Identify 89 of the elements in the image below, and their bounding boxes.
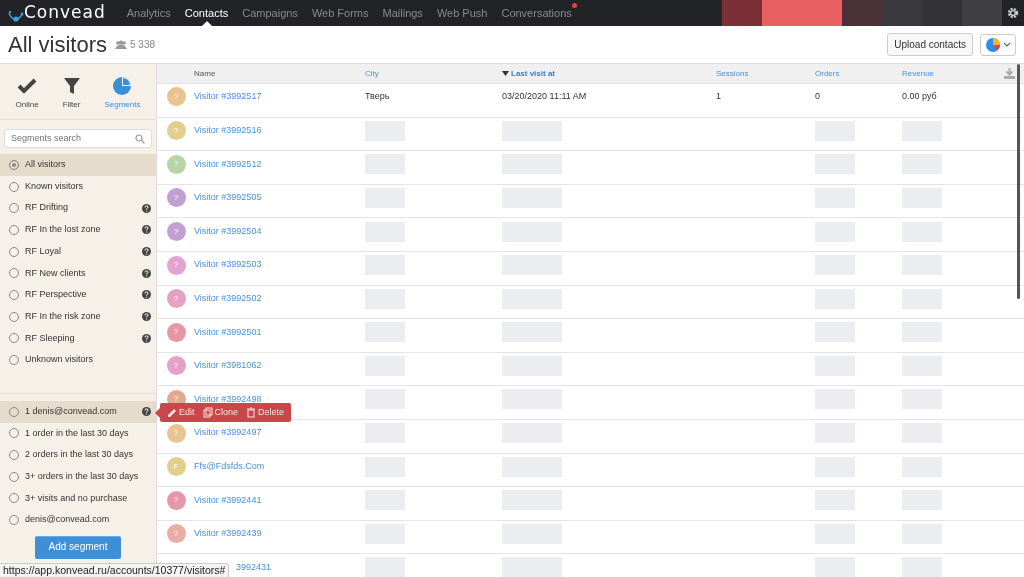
avatar: ? <box>166 490 186 510</box>
column-header[interactable]: Last visit at <box>502 67 716 80</box>
clone-button[interactable]: Clone <box>200 405 241 420</box>
visitor-link[interactable]: Visitor #3992504 <box>194 225 262 236</box>
segment-item[interactable]: RF Sleeping <box>0 327 156 350</box>
segment-item[interactable]: RF In the lost zone <box>0 219 156 241</box>
avatar: ? <box>166 121 186 141</box>
visitor-link[interactable]: Visitor #3992503 <box>194 259 262 270</box>
visitor-link[interactable]: Visitor #3992512 <box>194 158 262 169</box>
check-icon <box>17 76 38 96</box>
table-cell: 0.00 руб <box>902 91 937 102</box>
scrollbar[interactable] <box>1017 64 1020 299</box>
add-segment-button[interactable]: Add segment <box>34 536 122 559</box>
column-header[interactable]: City <box>365 67 502 80</box>
visitor-link[interactable]: Visitor #3992441 <box>194 494 262 505</box>
segment-item[interactable]: 1 order in the last 30 days <box>0 422 156 445</box>
filter-icon <box>61 76 82 96</box>
avatar: ? <box>166 87 186 107</box>
segment-item[interactable]: 2 orders in the last 30 days <box>0 444 156 466</box>
segment-item[interactable]: Unknown visitors <box>0 349 156 371</box>
segment-item[interactable]: RF Drifting <box>0 197 156 220</box>
pie-chart-icon <box>985 36 1001 53</box>
avatar: ? <box>166 188 186 208</box>
mode-tab[interactable]: Online <box>15 76 39 111</box>
delete-button[interactable]: Delete <box>244 405 287 420</box>
visitor-link[interactable]: Visitor #3992505 <box>194 192 262 203</box>
caret-icon <box>1003 41 1011 48</box>
segment-item[interactable]: All visitors <box>0 154 156 176</box>
visitor-link[interactable]: Visitor #3992502 <box>194 292 262 303</box>
visitor-link[interactable]: Visitor #3992439 <box>194 528 262 539</box>
visitor-link[interactable]: Visitor #3992498 <box>194 393 262 404</box>
search-icon <box>135 133 145 144</box>
segment-item[interactable]: denis@convead.com <box>0 509 156 531</box>
nav-tab[interactable]: Conversations <box>494 0 579 26</box>
table-cell: Тверь <box>365 91 390 102</box>
avatar: ? <box>166 524 186 544</box>
status-url-tooltip: https://app.konvead.ru/accounts/10377/visitors# <box>0 563 230 577</box>
table-cell: 1 <box>716 91 721 102</box>
visitor-link[interactable]: Ffs@Fdsfds.Com <box>194 460 265 471</box>
chart-dropdown-button[interactable] <box>980 33 1016 56</box>
segment-item[interactable]: 3+ visits and no purchase <box>0 487 156 510</box>
avatar: ? <box>166 289 186 309</box>
avatar: ? <box>166 154 186 174</box>
avatar: F <box>166 457 186 477</box>
sort-icon <box>502 70 509 76</box>
segment-item[interactable]: RF Perspective <box>0 284 156 306</box>
search-field[interactable]: Segments search <box>4 129 152 148</box>
people-icon <box>115 40 127 49</box>
table-cell: 0 <box>815 91 820 102</box>
avatar: ? <box>166 222 186 241</box>
avatar: ? <box>166 356 186 376</box>
nav-tab[interactable]: Web Forms <box>304 0 376 26</box>
avatar: ? <box>166 322 186 342</box>
nav-tab[interactable]: Campaigns <box>235 0 305 26</box>
segment-item[interactable]: 3+ orders in the last 30 days <box>0 465 156 488</box>
visitor-link[interactable]: Visitor #3992517 <box>194 91 262 102</box>
nav-tab[interactable]: Mailings <box>375 0 430 26</box>
mode-tab[interactable]: Filter <box>61 76 82 111</box>
segment-item[interactable]: 1 denis@convead.com <box>0 400 156 423</box>
segment-item[interactable]: Known visitors <box>0 175 156 198</box>
copy-icon <box>202 407 213 418</box>
column-header[interactable]: Name <box>194 67 365 80</box>
brand-name: Convead <box>24 1 106 25</box>
visitor-link[interactable]: Visitor #3981062 <box>194 360 262 371</box>
column-header[interactable]: Sessions <box>716 67 815 80</box>
table-cell: 03/20/2020 11:11 AM <box>502 91 587 102</box>
avatar: ? <box>166 423 186 443</box>
nav-tab[interactable]: Web Push <box>429 0 495 26</box>
visitor-link[interactable]: Visitor #3992516 <box>194 125 262 135</box>
search-input[interactable]: Segments search <box>11 131 135 146</box>
column-header[interactable]: Orders <box>815 67 902 80</box>
trash-icon <box>246 407 257 418</box>
visitor-link[interactable]: Visitor #3992501 <box>194 326 262 337</box>
page-title: All visitors <box>8 31 107 59</box>
visitor-count: 5 338 <box>130 38 156 52</box>
nav-tab[interactable]: Contacts <box>177 0 236 26</box>
column-header[interactable]: Revenue <box>902 67 1004 80</box>
settings-icon <box>1007 7 1019 19</box>
segment-item[interactable]: RF Loyal <box>0 240 156 263</box>
download-icon <box>1004 67 1015 79</box>
nav-tab[interactable]: Analytics <box>119 0 178 26</box>
mode-tab[interactable]: Segments <box>104 76 141 111</box>
segment-item[interactable]: RF In the risk zone <box>0 305 156 328</box>
visitor-link[interactable]: Visitor #3992497 <box>194 427 262 438</box>
segment-item[interactable]: RF New clients <box>0 262 156 285</box>
avatar: ? <box>166 255 186 275</box>
upload-button[interactable]: Upload contacts <box>887 33 973 56</box>
pie-chart-icon <box>112 76 133 96</box>
pencil-icon <box>167 407 177 418</box>
